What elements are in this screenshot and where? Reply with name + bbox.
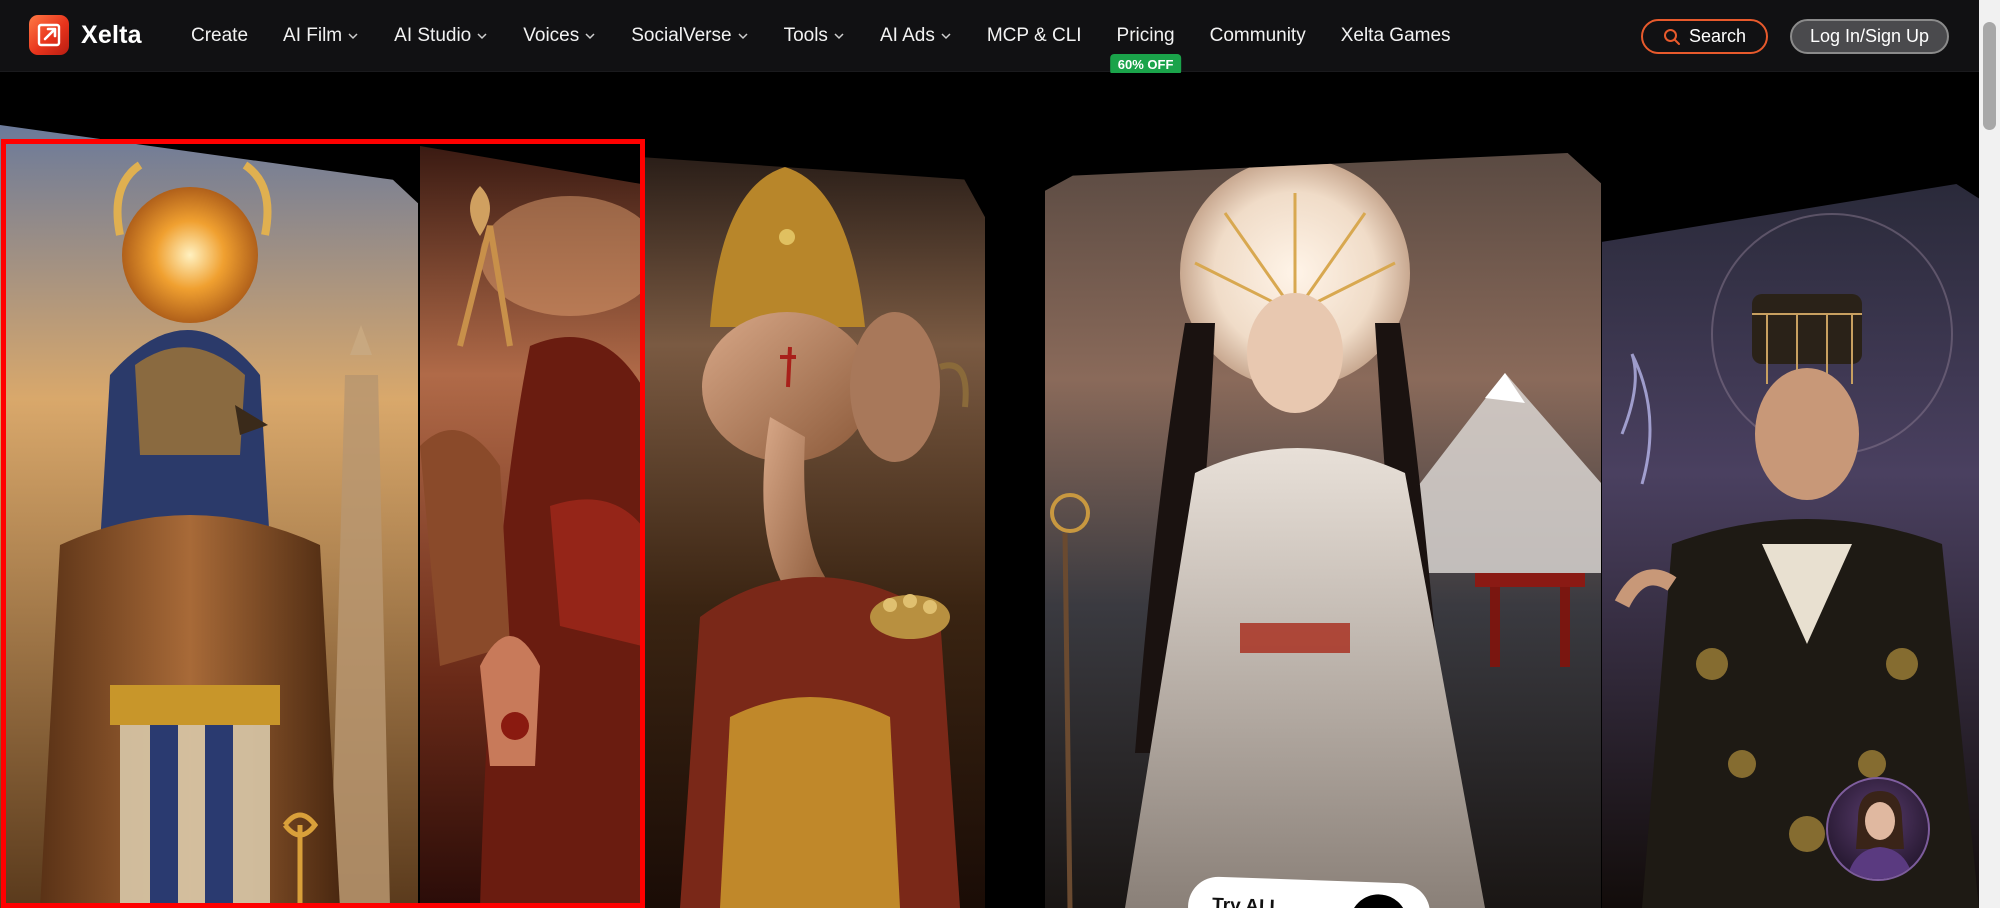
- nav-voices[interactable]: Voices: [523, 25, 596, 47]
- brand-name: Xelta: [81, 20, 142, 49]
- main-menu: Create AI Film AI Studio Voices SocialVe…: [191, 0, 1486, 75]
- empress-image: [1045, 153, 1601, 908]
- chevron-down-icon: [477, 33, 487, 40]
- assistant-avatar-icon: [1846, 791, 1914, 879]
- nav-socialverse[interactable]: SocialVerse: [631, 25, 748, 47]
- try-ai-dot-icon: [1348, 893, 1409, 908]
- horus-image: [0, 125, 418, 908]
- try-ai-label: Try AI I: [1211, 894, 1276, 908]
- scrollbar-thumb[interactable]: [1983, 22, 1996, 130]
- brand[interactable]: Xelta: [29, 15, 142, 55]
- top-navbar: Xelta Create AI Film AI Studio Voices So…: [0, 0, 1979, 75]
- warrior-image: [420, 146, 642, 908]
- login-signup-button[interactable]: Log In/Sign Up: [1790, 19, 1949, 54]
- search-button[interactable]: Search: [1641, 19, 1768, 54]
- page-scrollbar[interactable]: [1979, 0, 2000, 908]
- emperor-card[interactable]: [1602, 184, 1979, 908]
- nav-create[interactable]: Create: [191, 25, 248, 47]
- nav-mcp-cli[interactable]: MCP & CLI: [987, 25, 1082, 47]
- hero-carousel: Try AI I: [0, 73, 1979, 908]
- empress-card[interactable]: [1045, 153, 1601, 908]
- xelta-logo-icon: [29, 15, 69, 55]
- warrior-card[interactable]: [420, 146, 642, 908]
- chevron-down-icon: [941, 33, 951, 40]
- nav-community[interactable]: Community: [1210, 25, 1306, 47]
- nav-pricing[interactable]: Pricing 60% OFF: [1109, 25, 1182, 75]
- nav-ai-studio[interactable]: AI Studio: [394, 25, 488, 47]
- nav-ai-ads[interactable]: AI Ads: [880, 25, 952, 47]
- ganesh-image: [640, 157, 985, 908]
- nav-tools[interactable]: Tools: [784, 25, 845, 47]
- nav-xelta-games[interactable]: Xelta Games: [1341, 25, 1451, 47]
- ganesh-card[interactable]: [640, 157, 985, 908]
- chevron-down-icon: [585, 33, 595, 40]
- horus-card[interactable]: [0, 125, 418, 908]
- search-icon: [1663, 28, 1680, 45]
- emperor-image: [1602, 184, 1979, 908]
- chevron-down-icon: [834, 33, 844, 40]
- chevron-down-icon: [348, 33, 358, 40]
- chevron-down-icon: [738, 33, 748, 40]
- assistant-avatar[interactable]: [1826, 777, 1930, 881]
- nav-ai-film[interactable]: AI Film: [283, 25, 359, 47]
- discount-badge: 60% OFF: [1109, 54, 1182, 75]
